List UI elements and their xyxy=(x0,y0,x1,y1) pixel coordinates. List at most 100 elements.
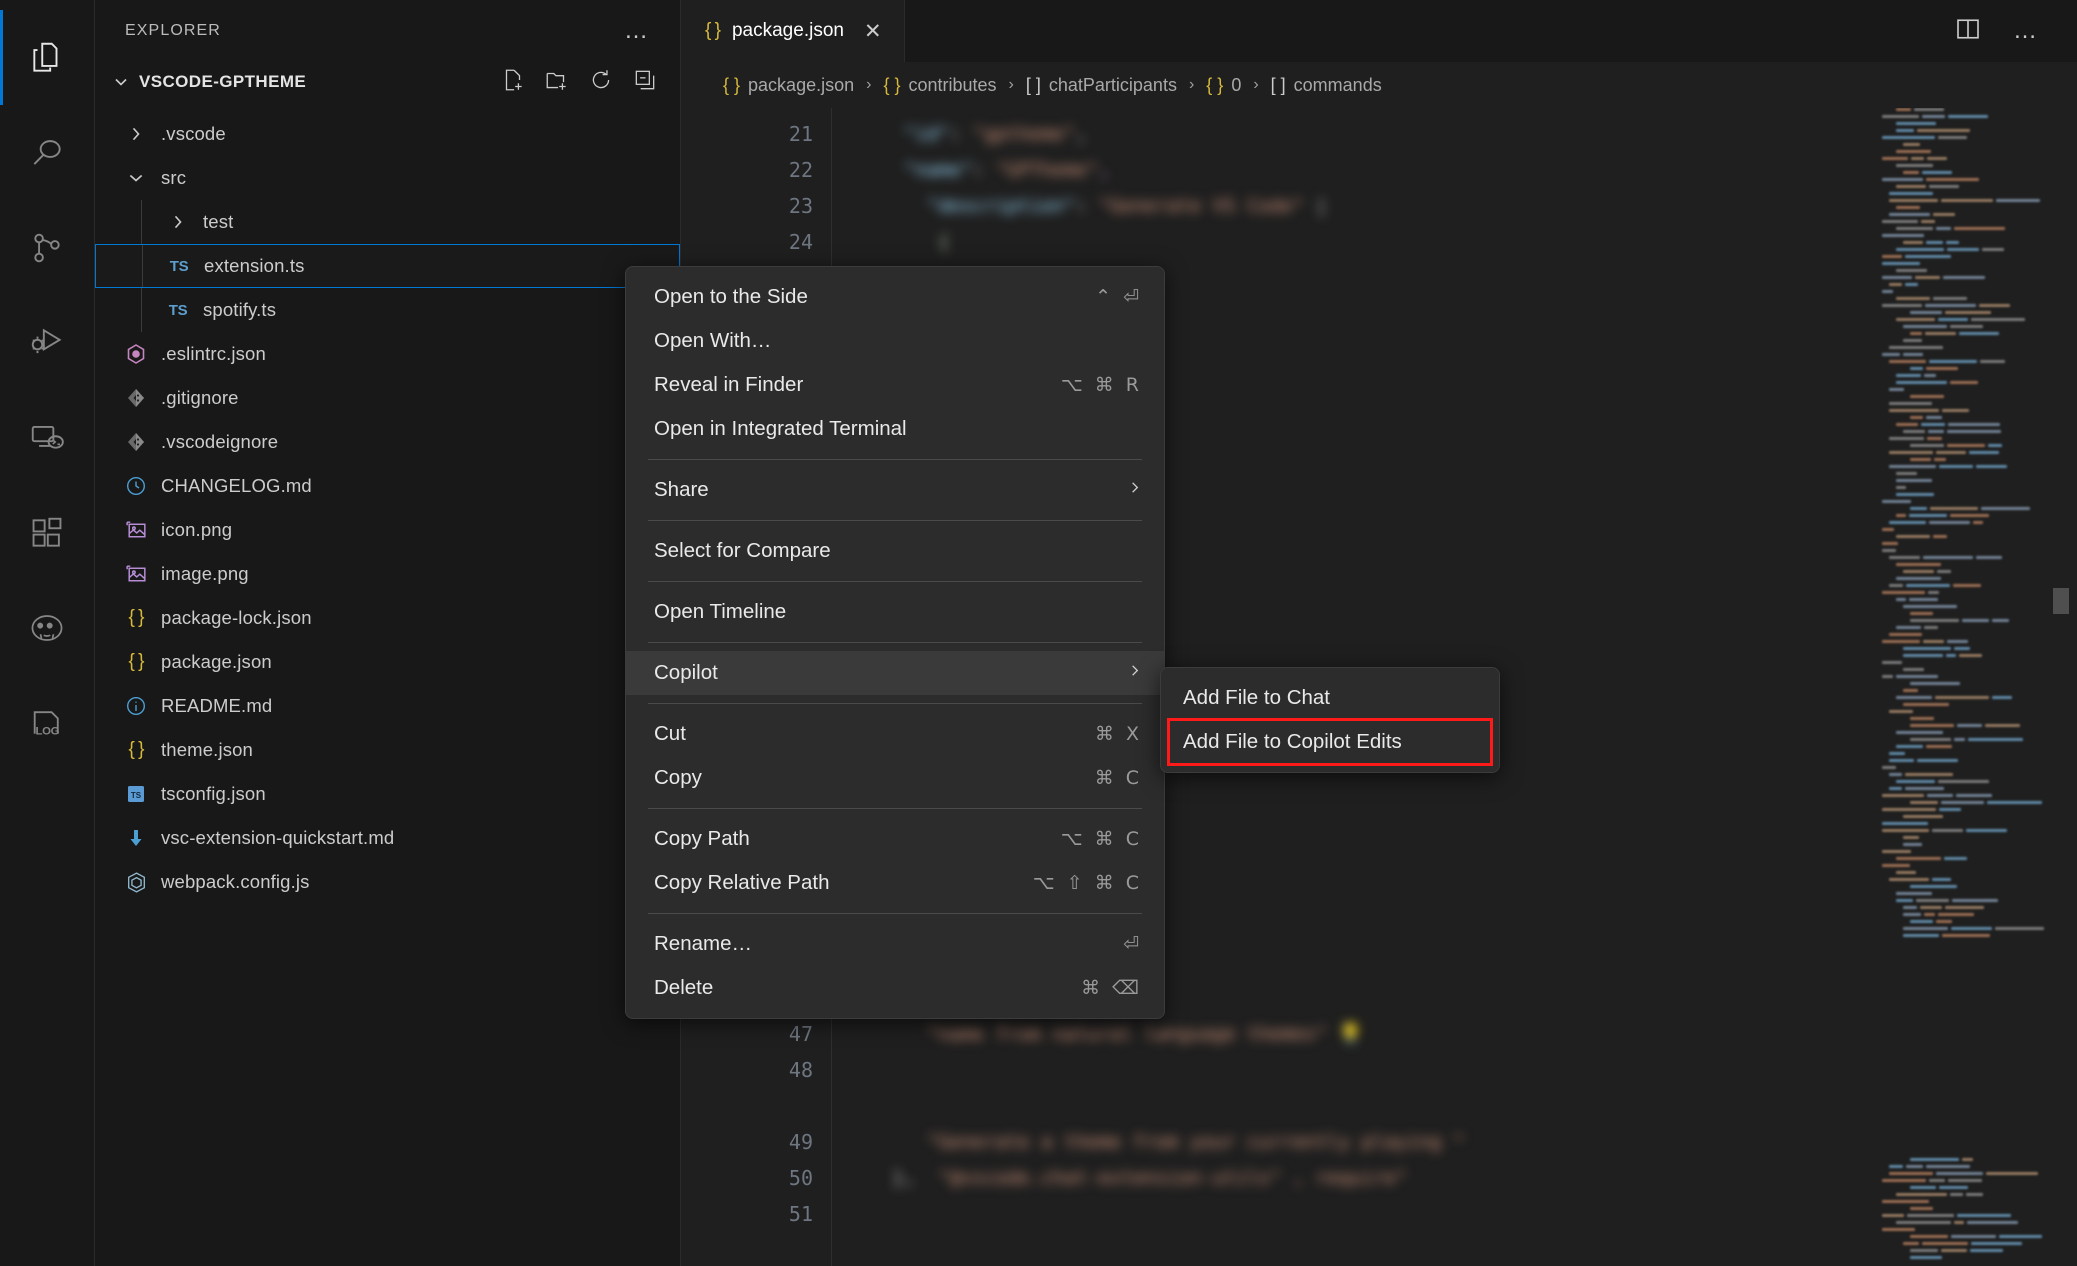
tree-folder-vscode[interactable]: .vscode xyxy=(95,112,680,156)
minimap-line xyxy=(1876,1165,2051,1170)
extensions-icon xyxy=(28,514,66,552)
tree-folder-test[interactable]: test xyxy=(95,200,680,244)
tree-folder-src[interactable]: src xyxy=(95,156,680,200)
breadcrumb-item[interactable]: [ ] commands xyxy=(1271,75,1382,96)
minimap-token xyxy=(1992,696,2012,699)
minimap[interactable] xyxy=(1876,108,2051,1266)
tree-file-.gitignore[interactable]: .gitignore xyxy=(95,376,680,420)
copilot-submenu[interactable]: Add File to Chat Add File to Copilot Edit… xyxy=(1160,667,1500,773)
breadcrumb-item[interactable]: { } 0 xyxy=(1206,75,1241,96)
minimap-line xyxy=(1876,661,2051,666)
minimap-token xyxy=(1910,612,1933,615)
tree-file-icon.png[interactable]: icon.png xyxy=(95,508,680,552)
minimap-token xyxy=(1922,1242,1968,1245)
minimap-token xyxy=(1896,514,1906,517)
tree-file-webpack.config.js[interactable]: webpack.config.js xyxy=(95,860,680,904)
context-menu-item-copy-path[interactable]: Copy Path ⌥ ⌘ C xyxy=(626,817,1164,861)
context-menu-item-cut[interactable]: Cut ⌘ X xyxy=(626,712,1164,756)
minimap-token xyxy=(1929,360,1977,363)
tree-item-label: image.png xyxy=(161,563,249,584)
tree-file-theme.json[interactable]: { } theme.json xyxy=(95,728,680,772)
collapse-all-icon[interactable] xyxy=(632,67,658,98)
explorer-folder-header[interactable]: VSCODE-GPTHEME xyxy=(95,62,680,102)
minimap-token xyxy=(1920,941,1972,944)
context-menu-item-copilot[interactable]: Copilot xyxy=(626,651,1164,695)
activity-item-search[interactable] xyxy=(0,105,95,200)
minimap-token xyxy=(1947,640,1968,643)
context-menu-item-open-timeline[interactable]: Open Timeline xyxy=(626,590,1164,634)
split-editor-icon[interactable] xyxy=(1953,14,1983,49)
minimap-line xyxy=(1876,1256,2051,1261)
tree-file-README.md[interactable]: README.md xyxy=(95,684,680,728)
menu-separator xyxy=(648,520,1142,521)
activity-item-output-log[interactable]: LOG xyxy=(0,675,95,770)
minimap-token xyxy=(1916,899,1949,902)
minimap-line xyxy=(1876,619,2051,624)
submenu-item-add-file-to-chat[interactable]: Add File to Chat xyxy=(1161,676,1499,720)
menu-item-label: Share xyxy=(654,478,709,501)
tree-file-package.json[interactable]: { } package.json xyxy=(95,640,680,684)
minimap-token xyxy=(1925,332,1956,335)
minimap-token xyxy=(1953,584,1981,587)
activity-item-explorer[interactable] xyxy=(0,10,95,105)
minimap-token xyxy=(1896,423,1918,426)
minimap-token xyxy=(1938,913,1974,916)
tree-file-.eslintrc.json[interactable]: .eslintrc.json xyxy=(95,332,680,376)
minimap-token xyxy=(1962,1158,1973,1161)
minimap-token xyxy=(1968,738,2023,741)
minimap-line xyxy=(1876,1186,2051,1191)
context-menu-item-open-in-integrated-terminal[interactable]: Open in Integrated Terminal xyxy=(626,407,1164,451)
tree-file-CHANGELOG.md[interactable]: CHANGELOG.md xyxy=(95,464,680,508)
activity-item-extensions[interactable] xyxy=(0,485,95,580)
sidebar-more-actions-icon[interactable]: … xyxy=(620,19,654,43)
minimap-line xyxy=(1876,584,2051,589)
minimap-token xyxy=(1910,1158,1959,1161)
breadcrumb-item[interactable]: { } contributes xyxy=(883,75,996,96)
tree-file-package-lock.json[interactable]: { } package-lock.json xyxy=(95,596,680,640)
activity-item-github[interactable] xyxy=(0,580,95,675)
tree-item-label: theme.json xyxy=(161,739,253,760)
github-icon xyxy=(28,609,66,647)
editor-scrollbar-slider[interactable] xyxy=(2053,588,2069,614)
context-menu-item-copy[interactable]: Copy ⌘ C xyxy=(626,756,1164,800)
tab-package-json[interactable]: { } package.json ✕ xyxy=(681,0,905,62)
context-menu-item-delete[interactable]: Delete ⌘ ⌫ xyxy=(626,966,1164,1010)
minimap-token xyxy=(1950,381,1978,384)
context-menu-item-reveal-in-finder[interactable]: Reveal in Finder ⌥ ⌘ R xyxy=(626,363,1164,407)
menu-item-label: Cut xyxy=(654,722,686,745)
tree-file-extension.ts[interactable]: TS extension.ts xyxy=(95,244,680,288)
file-context-menu[interactable]: Open to the Side ⌃ ⏎ Open With… Reveal in F… xyxy=(625,266,1165,1019)
context-menu-item-rename[interactable]: Rename… ⏎ xyxy=(626,922,1164,966)
context-menu-item-open-with[interactable]: Open With… xyxy=(626,319,1164,363)
breadcrumb-item[interactable]: [ ] chatParticipants xyxy=(1026,75,1177,96)
new-file-icon[interactable] xyxy=(500,67,526,98)
submenu-item-add-file-to-copilot-edits[interactable]: Add File to Copilot Edits xyxy=(1167,718,1493,766)
refresh-icon[interactable] xyxy=(588,67,614,98)
minimap-token xyxy=(1948,115,1988,118)
minimap-line xyxy=(1876,913,2051,918)
minimap-token xyxy=(1934,458,1946,461)
editor-more-actions-icon[interactable]: … xyxy=(2009,19,2043,43)
tree-file-tsconfig.json[interactable]: TS tsconfig.json xyxy=(95,772,680,816)
activity-item-source-control[interactable] xyxy=(0,200,95,295)
minimap-token xyxy=(1933,297,1967,300)
context-menu-item-select-for-compare[interactable]: Select for Compare xyxy=(626,529,1164,573)
minimap-line xyxy=(1876,360,2051,365)
minimap-line xyxy=(1876,752,2051,757)
context-menu-item-copy-relative-path[interactable]: Copy Relative Path ⌥ ⇧ ⌘ C xyxy=(626,861,1164,905)
tree-file-vsc-extension-quickstart.md[interactable]: vsc-extension-quickstart.md xyxy=(95,816,680,860)
context-menu-item-share[interactable]: Share xyxy=(626,468,1164,512)
menu-item-label: Select for Compare xyxy=(654,539,831,562)
activity-item-remote-explorer[interactable] xyxy=(0,390,95,485)
tree-item-label: .vscode xyxy=(161,123,226,144)
context-menu-item-open-to-the-side[interactable]: Open to the Side ⌃ ⏎ xyxy=(626,275,1164,319)
minimap-line xyxy=(1876,794,2051,799)
breadcrumb-label: chatParticipants xyxy=(1048,74,1177,95)
new-folder-icon[interactable] xyxy=(544,67,570,98)
tree-file-image.png[interactable]: image.png xyxy=(95,552,680,596)
breadcrumb-item[interactable]: { } package.json xyxy=(723,75,854,96)
activity-item-run-and-debug[interactable] xyxy=(0,295,95,390)
tree-file-.vscodeignore[interactable]: .vscodeignore xyxy=(95,420,680,464)
close-icon[interactable]: ✕ xyxy=(864,19,882,44)
tree-file-spotify.ts[interactable]: TS spotify.ts xyxy=(95,288,680,332)
